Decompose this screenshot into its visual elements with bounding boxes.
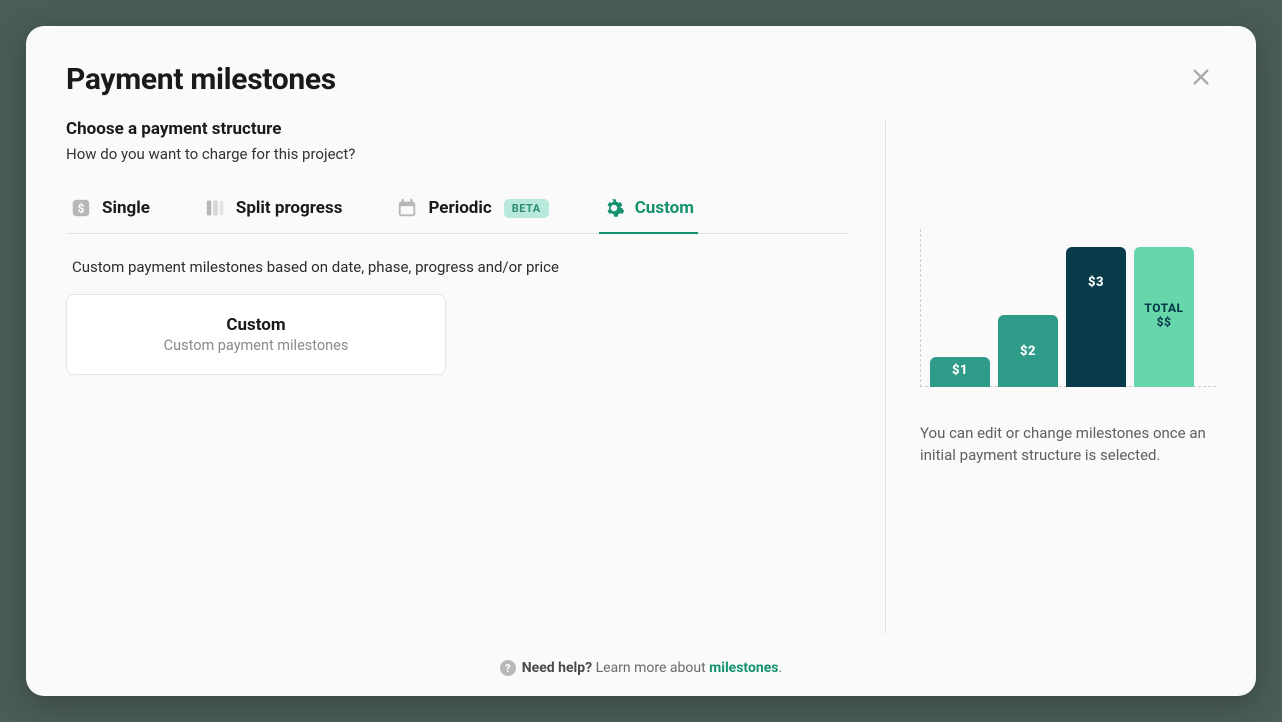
help-icon: ? bbox=[500, 660, 516, 676]
left-column: Choose a payment structure How do you wa… bbox=[66, 119, 886, 634]
close-icon bbox=[1190, 66, 1212, 88]
payment-milestones-modal: Payment milestones Choose a payment stru… bbox=[26, 26, 1256, 696]
milestones-illustration: $1 $2 $3 TOTAL $$ bbox=[920, 237, 1216, 387]
bar-total: TOTAL $$ bbox=[1134, 247, 1194, 387]
card-subtitle: Custom payment milestones bbox=[85, 337, 427, 354]
period: . bbox=[778, 660, 782, 676]
right-note: You can edit or change milestones once a… bbox=[920, 423, 1216, 467]
chart-axis-vertical bbox=[920, 229, 921, 387]
tab-custom[interactable]: Custom bbox=[599, 191, 698, 233]
columns-icon bbox=[204, 197, 226, 219]
modal-header: Payment milestones bbox=[66, 62, 1216, 97]
tab-label: Custom bbox=[635, 198, 694, 218]
close-button[interactable] bbox=[1186, 62, 1216, 92]
modal-title: Payment milestones bbox=[66, 62, 336, 97]
tab-label: Periodic bbox=[428, 198, 491, 218]
bar-1: $1 bbox=[930, 357, 990, 387]
bar-total-label: TOTAL $$ bbox=[1144, 301, 1183, 330]
bar-3: $3 bbox=[1066, 247, 1126, 387]
tab-split-progress[interactable]: Split progress bbox=[200, 191, 347, 233]
svg-text:$: $ bbox=[78, 202, 85, 216]
card-title: Custom bbox=[85, 315, 427, 335]
dollar-square-icon: $ bbox=[70, 197, 92, 219]
section-title: Choose a payment structure bbox=[66, 119, 849, 139]
footer-help: ? Need help? Learn more about milestones… bbox=[66, 652, 1216, 676]
beta-badge: BETA bbox=[504, 199, 549, 218]
milestones-link[interactable]: milestones bbox=[709, 660, 778, 676]
right-column: $1 $2 $3 TOTAL $$ You can edit or change… bbox=[886, 119, 1216, 634]
tab-periodic[interactable]: Periodic BETA bbox=[392, 191, 552, 233]
calendar-icon bbox=[396, 197, 418, 219]
need-help-label: Need help? bbox=[522, 660, 592, 676]
learn-more-text: Learn more about bbox=[596, 660, 710, 676]
modal-body: Choose a payment structure How do you wa… bbox=[66, 119, 1216, 634]
section-subtitle: How do you want to charge for this proje… bbox=[66, 145, 849, 163]
tab-single[interactable]: $ Single bbox=[66, 191, 154, 233]
bar-2: $2 bbox=[998, 315, 1058, 387]
tab-description: Custom payment milestones based on date,… bbox=[66, 258, 849, 276]
gear-icon bbox=[603, 197, 625, 219]
payment-structure-tabs: $ Single Split progress Periodic BETA bbox=[66, 191, 849, 234]
tab-label: Single bbox=[102, 198, 150, 218]
chart-bars: $1 $2 $3 TOTAL $$ bbox=[930, 247, 1216, 387]
tab-label: Split progress bbox=[236, 198, 343, 218]
custom-option-card[interactable]: Custom Custom payment milestones bbox=[66, 294, 446, 375]
